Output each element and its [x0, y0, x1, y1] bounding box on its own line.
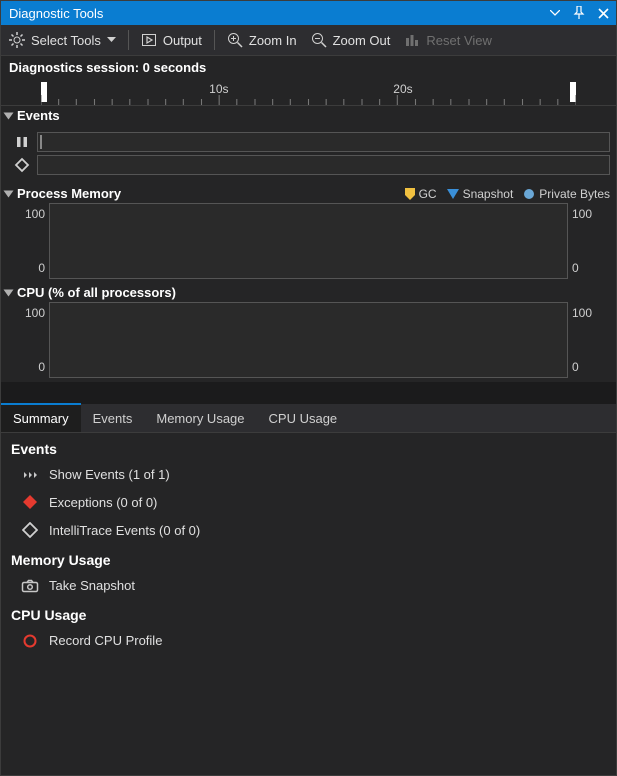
collapse-icon — [4, 289, 14, 296]
tab-summary[interactable]: Summary — [1, 403, 81, 432]
toolbar-separator — [128, 30, 129, 50]
summary-memory-title: Memory Usage — [1, 544, 616, 572]
legend-snapshot: Snapshot — [447, 187, 514, 201]
zoom-in-icon — [227, 32, 243, 48]
summary-events-title: Events — [1, 433, 616, 461]
memory-chart: 1000 1000 — [7, 203, 610, 279]
cpu-yaxis-right: 1000 — [568, 302, 610, 378]
window-controls — [548, 6, 610, 20]
reset-view-icon — [404, 32, 420, 48]
show-events-link[interactable]: Show Events (1 of 1) — [1, 461, 616, 488]
toolbar-separator — [214, 30, 215, 50]
exceptions-label: Exceptions (0 of 0) — [49, 495, 157, 510]
take-snapshot-link[interactable]: Take Snapshot — [1, 572, 616, 599]
select-tools-button[interactable]: Select Tools — [7, 25, 118, 55]
reset-view-label: Reset View — [426, 33, 492, 48]
tab-memory[interactable]: Memory Usage — [144, 404, 256, 432]
show-events-label: Show Events (1 of 1) — [49, 467, 170, 482]
exception-icon — [21, 494, 39, 510]
events-lanes — [1, 125, 616, 184]
camera-icon — [21, 579, 39, 593]
collapse-icon — [4, 112, 14, 119]
summary-cpu-title: CPU Usage — [1, 599, 616, 627]
output-icon — [141, 32, 157, 48]
cpu-title: CPU (% of all processors) — [17, 285, 176, 300]
record-icon — [21, 634, 39, 648]
cpu-yaxis-left: 1000 — [7, 302, 49, 378]
zoom-out-icon — [311, 32, 327, 48]
ruler-label-10s: 10s — [209, 82, 228, 96]
intellitrace-event-icon — [7, 157, 37, 173]
legend-private: Private Bytes — [523, 187, 610, 201]
dropdown-icon[interactable] — [548, 6, 562, 20]
events-track-intellitrace[interactable] — [37, 155, 610, 175]
cpu-chart: 1000 1000 — [7, 302, 610, 378]
memory-legend: GC Snapshot Private Bytes — [405, 187, 610, 201]
legend-gc: GC — [405, 187, 437, 201]
session-label: Diagnostics session: 0 seconds — [1, 56, 616, 79]
tab-cpu[interactable]: CPU Usage — [257, 404, 350, 432]
tab-events[interactable]: Events — [81, 404, 145, 432]
tabstrip: Summary Events Memory Usage CPU Usage — [1, 404, 616, 433]
collapse-icon — [4, 190, 14, 197]
zoom-in-label: Zoom In — [249, 33, 297, 48]
ruler-ticks — [41, 81, 576, 105]
close-icon[interactable] — [596, 6, 610, 20]
output-button[interactable]: Output — [139, 25, 204, 55]
chevron-down-icon — [107, 37, 116, 43]
exceptions-link[interactable]: Exceptions (0 of 0) — [1, 488, 616, 516]
intellitrace-link[interactable]: IntelliTrace Events (0 of 0) — [1, 516, 616, 544]
intellitrace-icon — [21, 522, 39, 538]
events-title: Events — [17, 108, 60, 123]
zoom-in-button[interactable]: Zoom In — [225, 25, 299, 55]
panel-gap — [1, 382, 616, 404]
memory-yaxis-left: 1000 — [7, 203, 49, 279]
intellitrace-label: IntelliTrace Events (0 of 0) — [49, 523, 200, 538]
window-title: Diagnostic Tools — [9, 6, 103, 21]
break-event-icon — [7, 135, 37, 149]
zoom-out-label: Zoom Out — [333, 33, 391, 48]
cpu-header[interactable]: CPU (% of all processors) — [1, 283, 616, 302]
select-tools-label: Select Tools — [31, 33, 101, 48]
reset-view-button[interactable]: Reset View — [402, 25, 494, 55]
title-bar: Diagnostic Tools — [1, 1, 616, 25]
memory-plot[interactable] — [49, 203, 568, 279]
zoom-out-button[interactable]: Zoom Out — [309, 25, 393, 55]
ruler-label-20s: 20s — [393, 82, 412, 96]
take-snapshot-label: Take Snapshot — [49, 578, 135, 593]
time-ruler[interactable]: 10s 20s — [1, 79, 616, 106]
toolbar: Select Tools Output Zoom In — [1, 25, 616, 56]
summary-panel: Events Show Events (1 of 1) Exceptions (… — [1, 433, 616, 775]
memory-title: Process Memory — [17, 186, 121, 201]
memory-header[interactable]: Process Memory GC Snapshot Private Bytes — [1, 184, 616, 203]
record-cpu-link[interactable]: Record CPU Profile — [1, 627, 616, 654]
record-cpu-label: Record CPU Profile — [49, 633, 162, 648]
events-track-break[interactable] — [37, 132, 610, 152]
pin-icon[interactable] — [572, 6, 586, 20]
cpu-plot[interactable] — [49, 302, 568, 378]
events-icon — [21, 469, 39, 481]
output-label: Output — [163, 33, 202, 48]
gear-icon — [9, 32, 25, 48]
events-header[interactable]: Events — [1, 106, 616, 125]
memory-yaxis-right: 1000 — [568, 203, 610, 279]
